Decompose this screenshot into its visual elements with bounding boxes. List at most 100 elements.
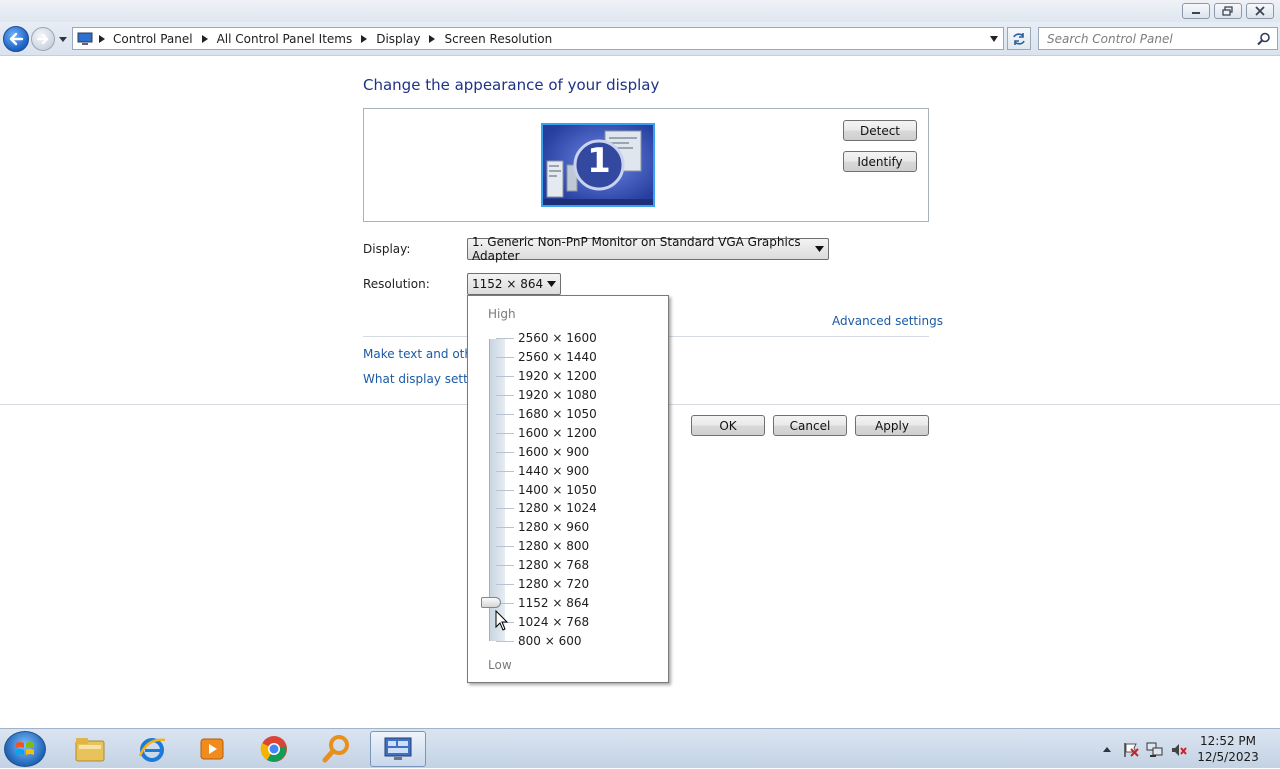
start-button[interactable] — [4, 731, 46, 767]
internet-explorer-icon — [138, 738, 166, 762]
breadcrumb-screen-resolution[interactable]: Screen Resolution — [444, 32, 552, 46]
minimize-button[interactable] — [1182, 3, 1210, 19]
slider-tick — [496, 338, 514, 339]
restore-button[interactable] — [1214, 3, 1242, 19]
resolution-option[interactable]: 1280 × 768 — [518, 558, 589, 572]
display-settings-icon — [384, 737, 412, 760]
resolution-option[interactable]: 1680 × 1050 — [518, 407, 597, 421]
display-label: Display: — [363, 242, 411, 256]
slider-tick — [496, 584, 514, 585]
resolution-option[interactable]: 1024 × 768 — [518, 615, 589, 629]
breadcrumb-separator-icon[interactable] — [361, 34, 368, 43]
breadcrumb-separator-icon[interactable] — [201, 34, 208, 43]
refresh-button[interactable] — [1007, 27, 1031, 50]
magnifier-icon — [322, 735, 349, 763]
taskbar-clock[interactable]: 12:52 PM 12/5/2023 — [1196, 733, 1260, 765]
clock-time: 12:52 PM — [1200, 734, 1256, 748]
resolution-dropdown[interactable]: High 2560 × 1600 2560 × 1440 1920 × 1200… — [467, 295, 669, 683]
slider-tick — [496, 414, 514, 415]
cancel-button[interactable]: Cancel — [773, 415, 847, 436]
breadcrumb-all-items[interactable]: All Control Panel Items — [217, 32, 353, 46]
apply-button[interactable]: Apply — [855, 415, 929, 436]
slider-tick — [496, 546, 514, 547]
breadcrumb-separator-icon — [99, 34, 105, 43]
page-title: Change the appearance of your display — [363, 76, 660, 94]
address-bar[interactable]: Control Panel All Control Panel Items Di… — [72, 27, 1004, 50]
slider-tick — [496, 357, 514, 358]
resolution-option[interactable]: 2560 × 1440 — [518, 350, 597, 364]
restore-icon — [1222, 6, 1233, 16]
resolution-option[interactable]: 800 × 600 — [518, 634, 582, 648]
advanced-settings-link[interactable]: Advanced settings — [832, 314, 943, 328]
network-icon[interactable] — [1146, 741, 1164, 759]
forward-button[interactable] — [31, 27, 55, 51]
resolution-option[interactable]: 1280 × 1024 — [518, 501, 597, 515]
slider-tick — [496, 565, 514, 566]
back-button[interactable] — [3, 26, 29, 52]
display-select[interactable]: 1. Generic Non-PnP Monitor on Standard V… — [467, 235, 829, 263]
resolution-option[interactable]: 1280 × 800 — [518, 539, 589, 553]
chevron-down-icon — [59, 36, 67, 42]
resolution-option[interactable]: 1600 × 1200 — [518, 426, 597, 440]
action-center-flag-icon[interactable] — [1122, 741, 1140, 759]
close-button[interactable] — [1246, 3, 1274, 19]
minimize-icon — [1192, 12, 1200, 14]
slider-tick — [496, 471, 514, 472]
detect-button[interactable]: Detect — [843, 120, 917, 141]
resolution-option[interactable]: 1600 × 900 — [518, 445, 589, 459]
taskbar-internet-explorer[interactable] — [124, 731, 180, 767]
chevron-down-icon — [547, 281, 556, 287]
slider-tick — [496, 490, 514, 491]
taskbar-media-player[interactable] — [184, 731, 240, 767]
volume-muted-icon[interactable] — [1170, 741, 1188, 759]
slider-tick — [496, 376, 514, 377]
taskbar-chrome[interactable] — [246, 731, 302, 767]
slider-tick — [496, 641, 514, 642]
resolution-option[interactable]: 1920 × 1200 — [518, 369, 597, 383]
slider-tick — [496, 508, 514, 509]
show-hidden-icons-icon[interactable] — [1102, 745, 1112, 753]
search-box[interactable] — [1038, 27, 1278, 50]
display-select-value: 1. Generic Non-PnP Monitor on Standard V… — [472, 235, 801, 263]
mouse-cursor-icon — [495, 610, 509, 631]
chevron-down-icon[interactable] — [989, 35, 999, 43]
navigation-bar: Control Panel All Control Panel Items Di… — [0, 22, 1280, 56]
resolution-option[interactable]: 1280 × 960 — [518, 520, 589, 534]
clock-date: 12/5/2023 — [1197, 750, 1259, 764]
taskbar-explorer[interactable] — [62, 731, 118, 767]
resolution-option[interactable]: 1400 × 1050 — [518, 483, 597, 497]
recent-pages-button[interactable] — [58, 34, 68, 44]
resolution-select-value: 1152 × 864 — [472, 277, 544, 291]
monitor-preview-panel: 1 Detect Identify — [363, 108, 929, 222]
slider-tick — [496, 452, 514, 453]
monitor-1-thumbnail[interactable]: 1 — [541, 123, 655, 207]
media-player-icon — [200, 738, 224, 760]
search-icon[interactable] — [1257, 32, 1271, 46]
windows-logo-icon — [16, 742, 34, 755]
monitor-number: 1 — [587, 141, 611, 181]
slider-tick — [496, 527, 514, 528]
breadcrumb-separator-icon[interactable] — [429, 34, 436, 43]
control-panel-icon — [77, 32, 93, 45]
title-bar — [0, 0, 1280, 22]
arrow-right-icon — [36, 33, 49, 45]
refresh-icon — [1013, 32, 1025, 45]
taskbar-search-app[interactable] — [308, 731, 364, 767]
slider-tick — [496, 395, 514, 396]
resolution-option[interactable]: 1440 × 900 — [518, 464, 589, 478]
close-icon — [1255, 6, 1265, 16]
resolution-option-selected[interactable]: 1152 × 864 — [518, 596, 589, 610]
resolution-select[interactable]: 1152 × 864 — [467, 273, 561, 295]
ok-button[interactable]: OK — [691, 415, 765, 436]
identify-button[interactable]: Identify — [843, 151, 917, 172]
resolution-label: Resolution: — [363, 277, 430, 291]
breadcrumb-display[interactable]: Display — [376, 32, 420, 46]
breadcrumb-control-panel[interactable]: Control Panel — [113, 32, 193, 46]
chevron-down-icon — [815, 246, 824, 252]
resolution-slider-thumb[interactable] — [481, 597, 501, 608]
resolution-option[interactable]: 1920 × 1080 — [518, 388, 597, 402]
resolution-option[interactable]: 2560 × 1600 — [518, 331, 597, 345]
resolution-option[interactable]: 1280 × 720 — [518, 577, 589, 591]
search-input[interactable] — [1045, 30, 1250, 47]
taskbar-display-settings[interactable] — [370, 731, 426, 767]
